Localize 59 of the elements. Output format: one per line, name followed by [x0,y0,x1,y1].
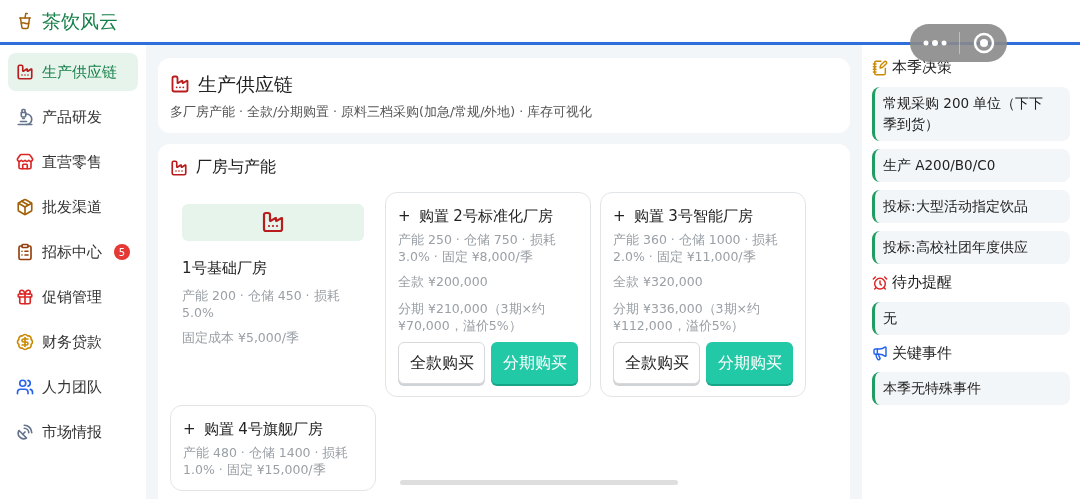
panel-heading: 关键事件 [892,343,952,363]
factory-icon [170,158,188,177]
gift-icon [16,288,34,306]
panel-entry: 投标:大型活动指定饮品 [872,189,1070,223]
page-title: 生产供应链 [198,72,293,97]
more-icon[interactable] [922,39,948,47]
factory-specs: 产能 360 · 仓储 1000 · 损耗 2.0% · 固定 ¥11,000/季 [613,231,780,265]
sidebar-item[interactable]: 批发渠道 [8,188,138,226]
factory-name: 购置 3号智能厂房 [633,205,753,227]
notepad-icon [872,59,888,76]
clipboard-icon [16,243,34,261]
megaphone-icon [872,345,888,362]
factory-name: 购置 4号旗舰厂房 [203,418,323,440]
panel-entry: 本季无特殊事件 [872,372,1070,406]
plus-icon: + [183,417,196,441]
sidebar-item[interactable]: 生产供应链 [8,53,138,91]
sidebar-item[interactable]: 直营零售 [8,143,138,181]
satellite-dish-icon [16,423,34,441]
section-title: 厂房与产能 [196,157,276,179]
factory-icon [170,74,190,95]
sidebar-item[interactable]: 产品研发 [8,98,138,136]
sidebar-item[interactable]: 财务贷款 [8,323,138,361]
full-price: 全款 ¥320,000 [613,273,704,291]
installment-price: 分期 ¥336,000（3期×约¥112,000，溢价5%） [613,299,762,334]
plus-icon: + [613,204,626,227]
factory-name: 购置 2号标准化厂房 [418,205,553,227]
users-icon [16,378,34,396]
panel-entry: 生产 A200/B0/C0 [872,148,1070,182]
panel-heading: 本季决策 [892,58,952,77]
factory-specs: 产能 480 · 仓储 1400 · 损耗 1.0% · 固定 ¥15,000/季 [183,444,350,479]
sidebar-item[interactable]: 招标中心 5 [8,233,138,271]
count-badge: 5 [114,244,130,260]
close-icon[interactable] [973,32,995,54]
panel-heading: 待办提醒 [892,272,952,292]
factory-specs: 产能 200 · 仓储 450 · 损耗 5.0% [182,287,341,321]
panel-entry: 投标:高校社团年度供应 [872,230,1070,264]
sidebar-item[interactable]: 促销管理 [8,278,138,316]
full-price: 全款 ¥200,000 [398,273,489,291]
page-subtitle: 多厂房产能 · 全款/分期购置 · 原料三档采购(加急/常规/外地) · 库存可视化 [170,102,594,121]
sidebar-item[interactable]: 市场情报 [8,413,138,451]
plus-icon: + [398,204,411,227]
fixed-cost: 固定成本 ¥5,000/季 [182,329,300,347]
package-icon [16,198,34,216]
factory-icon [16,63,34,81]
factory-name: 1号基础厂房 [182,257,268,279]
money-bag-icon [16,333,34,351]
panel-entry: 常规采购 200 单位（下下季到货） [872,86,1070,141]
factory-specs: 产能 250 · 仓储 750 · 损耗 3.0% · 固定 ¥8,000/季 [398,231,557,265]
store-icon [16,153,34,171]
alarm-clock-icon [872,274,888,291]
installment-price: 分期 ¥210,000（3期×约¥70,000，溢价5%） [398,299,547,334]
full-payment-button[interactable]: 全款购买 [398,341,485,384]
bubble-tea-icon [16,12,34,30]
microscope-icon [16,108,34,126]
app-title: 茶饮风云 [42,8,118,34]
sidebar-item[interactable]: 人力团队 [8,368,138,406]
factory-icon [261,210,285,234]
full-payment-button[interactable]: 全款购买 [613,341,700,384]
panel-entry: 无 [872,301,1070,335]
